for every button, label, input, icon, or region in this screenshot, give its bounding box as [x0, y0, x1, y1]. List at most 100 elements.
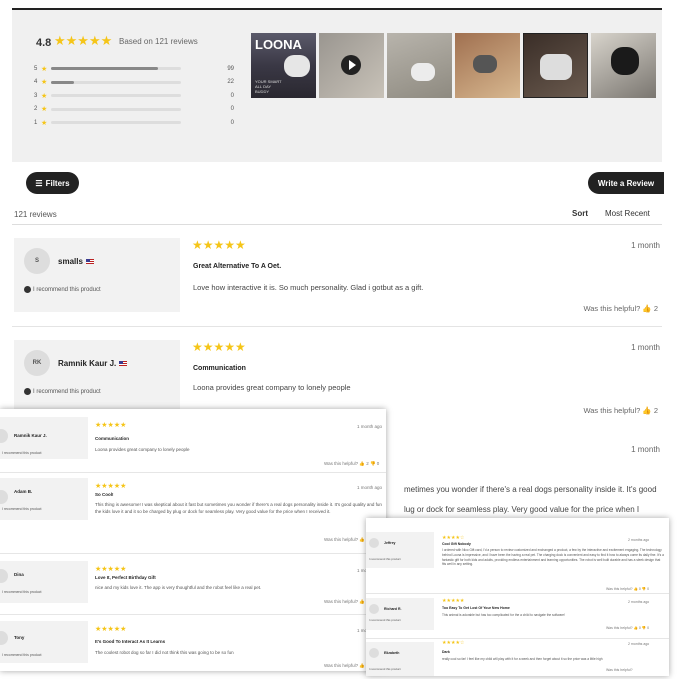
review-count: 121 reviews	[14, 210, 57, 219]
play-icon[interactable]	[341, 55, 361, 75]
video-thumbnail[interactable]	[319, 33, 384, 98]
review-title: Too Easy To Get Lost Of Your New Home	[442, 606, 510, 610]
avatar	[369, 604, 379, 614]
review-stars: ★★★★☆	[442, 535, 465, 541]
sort-label: Sort	[572, 209, 588, 218]
based-on-text: Based on 121 reviews	[119, 37, 198, 46]
divider	[12, 224, 662, 225]
media-thumbnail[interactable]	[523, 33, 588, 98]
review-body: I ordered with Nico Gift card, I'd a per…	[442, 548, 664, 567]
thumbs-up-icon	[24, 286, 31, 293]
sort-select[interactable]: Most Recent	[605, 209, 650, 218]
review-card: S smalls I recommend this product ★★★★★ …	[12, 238, 662, 328]
review-stars: ★★★★★	[442, 598, 465, 604]
review-card: Elizabeth I recommend this product ★★★★☆…	[366, 640, 669, 676]
review-body: nice and my kids love it. The app is ver…	[95, 585, 262, 590]
reviewer-name: Ramnik Kaur J.	[14, 433, 47, 438]
avatar	[369, 648, 379, 658]
avatar: RK	[24, 350, 50, 376]
histogram-track	[51, 67, 181, 71]
helpful-vote[interactable]: Was this helpful?	[606, 668, 633, 672]
recommend-badge: I recommend this product	[24, 388, 101, 395]
divider	[0, 614, 386, 615]
helpful-vote[interactable]: Was this helpful? 👍 0 👎 0	[606, 587, 649, 591]
review-body: The coolest robot dog so far I did not t…	[95, 650, 234, 655]
robot-image	[473, 55, 497, 73]
recommend-text: I recommend this product	[2, 451, 42, 455]
review-date: 1 month	[631, 343, 660, 352]
thumbnail-title: LOONA	[255, 37, 302, 52]
histogram-label: 4	[34, 79, 38, 86]
avatar	[369, 538, 379, 548]
review-stars: ★★★★★	[192, 238, 246, 252]
review-date: 1 month ago	[357, 424, 383, 429]
histogram-row-3[interactable]: 3 ★ 0	[34, 89, 234, 103]
histogram-fill	[51, 80, 75, 84]
thumbs-up-icon[interactable]: 👍	[642, 304, 651, 313]
review-stars: ★★★★★	[95, 626, 127, 633]
review-body: Loona provides great company to lonely p…	[95, 447, 190, 452]
review-date: 1 month	[631, 241, 660, 250]
recommend-text: I recommend this product	[2, 590, 42, 594]
star-icon: ★	[41, 65, 48, 73]
helpful-vote[interactable]: Was this helpful? 👍 2 👎 0	[324, 461, 379, 467]
thumbs-up-icon[interactable]: 👍	[642, 406, 651, 415]
recommend-text: I recommend this product	[369, 667, 401, 671]
media-thumbnail[interactable]	[387, 33, 452, 98]
review-stars: ★★★★★	[95, 422, 127, 429]
recommend-text: I recommend this product	[369, 557, 401, 561]
review-date: 1 month ago	[357, 485, 383, 490]
reviewer-panel	[366, 598, 434, 630]
reviewer-name-text: Ramnik Kaur J.	[58, 359, 117, 368]
helpful-vote[interactable]: Was this helpful? 👍 2	[583, 406, 658, 415]
reviewer-name: Elizabeth	[384, 651, 400, 655]
review-title: Communication	[95, 436, 130, 441]
reviewer-name: Dina	[14, 572, 24, 577]
histogram-count: 0	[230, 119, 234, 126]
divider	[0, 472, 386, 473]
robot-image	[540, 54, 572, 80]
helpful-count: 2	[653, 304, 658, 313]
filters-button[interactable]: ☰ Filters	[26, 172, 79, 194]
histogram-track	[51, 121, 181, 125]
review-title: Great Alternative To A Oet.	[193, 263, 282, 270]
recommend-badge: I recommend this product	[24, 286, 101, 293]
media-thumbnail[interactable]	[591, 33, 656, 98]
thumbnail-subtitle: YOUR SMART ALL DAY BUDDY	[255, 79, 282, 94]
media-thumbnail[interactable]	[455, 33, 520, 98]
helpful-vote[interactable]: Was this helpful? 👍 0 👎 0	[606, 626, 649, 630]
write-review-button[interactable]: Write a Review	[588, 172, 664, 194]
recommend-text: I recommend this product	[2, 653, 42, 657]
histogram-fill	[51, 67, 158, 71]
histogram-count: 0	[230, 92, 234, 99]
reviewer-name: smalls	[58, 257, 94, 266]
review-title: Cool Gift Nobody	[442, 542, 471, 546]
histogram-track	[51, 80, 181, 84]
robot-image	[611, 47, 639, 75]
overlay-screenshot-a: Ramnik Kaur J. I recommend this product …	[0, 409, 386, 671]
review-card: Richard R. I recommend this product ★★★★…	[366, 596, 669, 640]
histogram-row-4[interactable]: 4 ★ 22	[34, 76, 234, 90]
review-body-line: lug or dock for seamless play. Very good…	[404, 505, 640, 514]
review-body: Love how interactive it is. So much pers…	[193, 283, 424, 292]
review-card: Tony I recommend this product ★★★★★ It's…	[0, 619, 386, 671]
histogram-row-2[interactable]: 2 ★ 0	[34, 103, 234, 117]
review-stars: ★★★★★	[95, 566, 127, 573]
divider	[366, 593, 669, 594]
histogram-row-5[interactable]: 5 ★ 99	[34, 62, 234, 76]
helpful-vote[interactable]: Was this helpful? 👍 2	[583, 304, 658, 313]
reviewer-name: Richard R.	[384, 607, 402, 611]
reviewer-name: Tony	[14, 635, 25, 640]
star-icon: ★	[41, 106, 48, 114]
us-flag-icon	[119, 361, 128, 367]
average-rating: 4.8	[36, 37, 52, 49]
reviewer-name-text: smalls	[58, 257, 83, 266]
average-stars: ★★★★★	[54, 33, 113, 48]
filter-icon: ☰	[35, 178, 43, 188]
review-body: This thing is awesome! I was skeptical a…	[95, 502, 382, 514]
histogram-row-1[interactable]: 1 ★ 0	[34, 116, 234, 130]
recommend-text: I recommend this product	[33, 286, 101, 293]
media-thumbnail[interactable]: LOONA YOUR SMART ALL DAY BUDDY	[251, 33, 316, 98]
review-title: It's Good To Interact As It Learns	[95, 639, 166, 644]
recommend-text: I recommend this product	[2, 507, 42, 511]
